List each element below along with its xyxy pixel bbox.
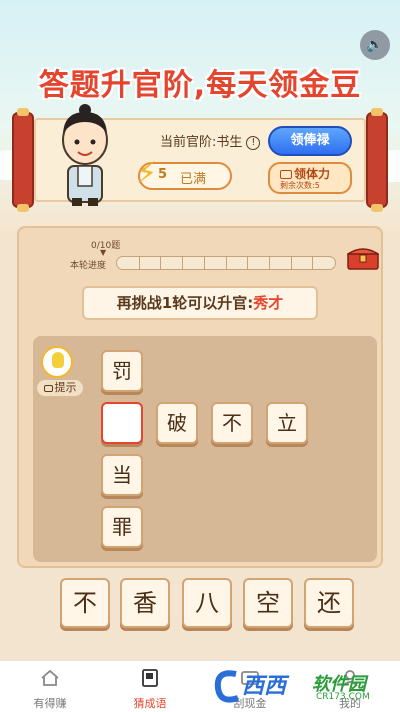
grid-tile: 立: [266, 402, 308, 444]
answer-option[interactable]: 不: [60, 578, 110, 628]
site-watermark: 西西 软件园 CR173.COM: [212, 664, 388, 708]
stamina-button-text: 领体力: [294, 167, 331, 181]
hint-label: 提示: [37, 380, 83, 396]
speaker-icon: 🔈: [366, 37, 384, 53]
tab-idiom[interactable]: 猜成语: [110, 661, 190, 712]
tab-earn[interactable]: 有得赚: [10, 661, 90, 712]
page-title: 答题升官阶,每天领金豆: [38, 68, 362, 103]
grid-tile-empty[interactable]: [101, 402, 143, 444]
tab-label: 有得赚: [33, 697, 67, 710]
energy-value: 5: [158, 167, 168, 182]
grid-tile: 当: [101, 454, 143, 496]
sound-toggle-button[interactable]: 🔈: [360, 30, 390, 60]
current-rank-label: 当前官阶:书生!: [160, 131, 261, 150]
answer-option[interactable]: 还: [304, 578, 354, 628]
energy-indicator: ⚡ 5 已满: [136, 156, 232, 191]
info-icon[interactable]: !: [246, 135, 261, 150]
answer-option[interactable]: 八: [182, 578, 232, 628]
grid-tile: 不: [211, 402, 253, 444]
progress-marker-icon: ▼: [100, 248, 107, 257]
progress-segment-divider: [204, 257, 205, 269]
challenge-text: 再挑战1轮可以升官:: [116, 294, 254, 312]
hint-button[interactable]: 提示: [37, 346, 83, 396]
video-icon: [280, 170, 292, 179]
progress-segment-divider: [291, 257, 292, 269]
progress-segment-divider: [312, 257, 313, 269]
answer-option[interactable]: 空: [243, 578, 293, 628]
lightbulb-icon: [41, 346, 73, 378]
home-icon: [41, 669, 59, 686]
answer-option[interactable]: 香: [120, 578, 170, 628]
grid-tile: 罚: [101, 350, 143, 392]
round-progress-bar: [116, 256, 336, 270]
progress-segment-divider: [226, 257, 227, 269]
energy-status: 已满: [180, 172, 207, 187]
progress-segment-divider: [139, 257, 140, 269]
progress-segment-divider: [182, 257, 183, 269]
watermark-site: CR173.COM: [316, 692, 370, 702]
grid-tile: 破: [156, 402, 198, 444]
progress-segment-divider: [160, 257, 161, 269]
video-icon: [43, 385, 53, 392]
grid-tile: 罪: [101, 506, 143, 548]
watermark-logo-icon: [214, 670, 239, 703]
watermark-brand: 西西: [242, 674, 287, 699]
tab-label: 猜成语: [133, 697, 167, 710]
scholar-avatar: [62, 104, 108, 206]
scroll-rod-left: [12, 108, 34, 212]
progress-segment-divider: [269, 257, 270, 269]
book-icon: [142, 669, 158, 687]
collect-stamina-button[interactable]: 领体力 剩余次数:5: [268, 162, 352, 194]
stamina-remaining: 剩余次数:5: [280, 181, 320, 190]
treasure-chest-icon[interactable]: [347, 244, 379, 270]
progress-label: 本轮进度: [70, 261, 107, 271]
challenge-banner: 再挑战1轮可以升官:秀才: [82, 286, 318, 320]
collect-salary-button[interactable]: 领俸禄: [268, 126, 352, 156]
idiom-grid-area: [33, 336, 377, 562]
scroll-rod-right: [366, 108, 388, 212]
lightning-icon: ⚡: [136, 156, 158, 191]
rank-text: 当前官阶:书生: [160, 135, 243, 150]
progress-segment-divider: [247, 257, 248, 269]
next-rank: 秀才: [253, 294, 284, 312]
hint-text: 提示: [54, 381, 77, 394]
